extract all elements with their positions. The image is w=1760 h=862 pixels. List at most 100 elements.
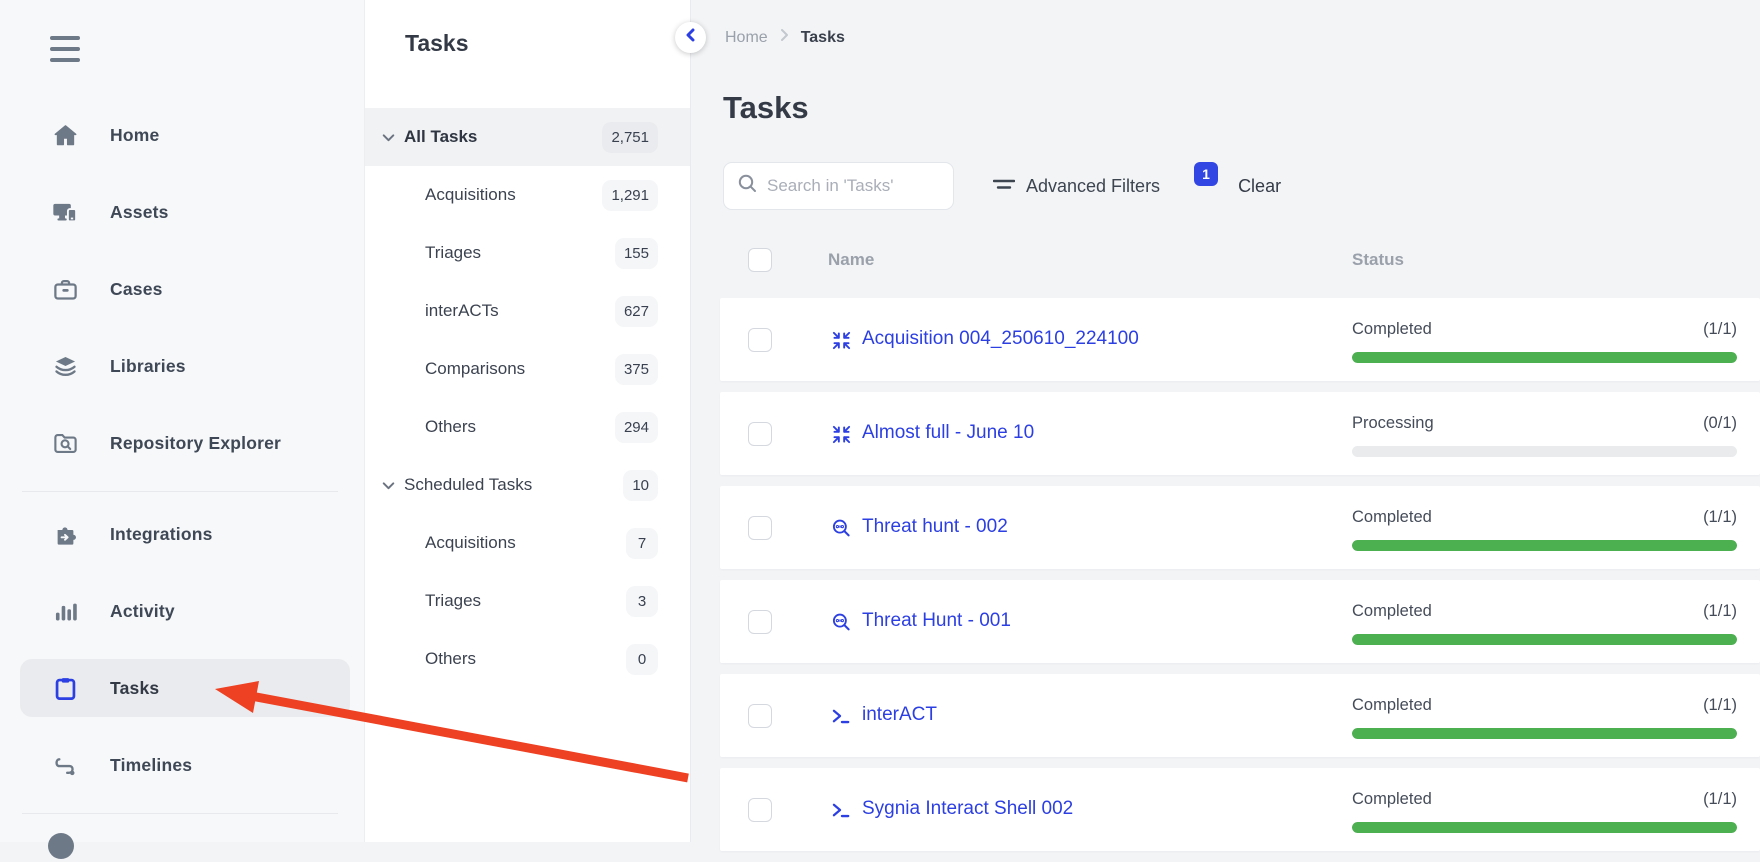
- table-row: Acquisition 004_250610_224100Completed(1…: [720, 298, 1760, 381]
- breadcrumb: Home Tasks: [725, 28, 845, 47]
- task-name-link[interactable]: interACT: [862, 704, 937, 726]
- sidebar-item-repository-explorer[interactable]: Repository Explorer: [20, 414, 350, 472]
- progress-bar: [1352, 352, 1737, 363]
- task-table-body: Acquisition 004_250610_224100 Completed (1…: [720, 298, 1760, 862]
- task-name-link[interactable]: Threat Hunt - 001: [862, 610, 1011, 632]
- sidebar-item-assets[interactable]: Assets: [20, 183, 350, 241]
- repository-explorer-icon: [50, 428, 80, 458]
- tree-item-label: Acquisitions: [425, 185, 516, 205]
- chevron-down-icon[interactable]: [379, 476, 397, 494]
- row-checkbox[interactable]: [748, 422, 772, 446]
- tree-item-comparisons[interactable]: Comparisons 375: [365, 340, 690, 398]
- progress-fraction: (1/1): [1703, 696, 1737, 715]
- filters-bar: Advanced Filters 1 Clear: [993, 162, 1281, 210]
- sidebar-item-label: Cases: [110, 279, 163, 300]
- row-checkbox[interactable]: [748, 798, 772, 822]
- tree-item-interacts[interactable]: interACTs 627: [365, 282, 690, 340]
- threat-hunt-icon: [831, 518, 852, 539]
- row-checkbox[interactable]: [748, 704, 772, 728]
- task-name-link[interactable]: Threat hunt - 002: [862, 516, 1008, 538]
- sidebar-item-activity[interactable]: Activity: [20, 582, 350, 640]
- clear-filters-button[interactable]: Clear: [1238, 176, 1281, 197]
- sidebar-item-libraries[interactable]: Libraries: [20, 337, 350, 395]
- status-text: Processing: [1352, 414, 1434, 433]
- chevron-left-icon: [684, 28, 698, 47]
- globe-icon[interactable]: [48, 833, 74, 859]
- tree-item-count-badge: 627: [615, 296, 658, 327]
- collapse-panel-button[interactable]: [675, 22, 706, 53]
- tree-item-label: Acquisitions: [425, 533, 516, 553]
- panel-title: Tasks: [405, 30, 469, 57]
- tree-item-scheduled-tasks[interactable]: Scheduled Tasks 10: [365, 456, 690, 514]
- tree-item-label: Scheduled Tasks: [404, 475, 532, 495]
- status-text: Completed: [1352, 602, 1432, 621]
- tree-item-all-tasks[interactable]: All Tasks 2,751: [365, 108, 690, 166]
- tree-item-label: interACTs: [425, 301, 499, 321]
- terminal-icon: [831, 800, 852, 821]
- tree-item-acquisitions[interactable]: Acquisitions1,291: [365, 166, 690, 224]
- progress-fraction: (1/1): [1703, 602, 1737, 621]
- home-icon: [50, 120, 80, 150]
- tree-item-triages[interactable]: Triages3: [365, 572, 690, 630]
- tree-item-others[interactable]: Others294: [365, 398, 690, 456]
- tree-item-label: All Tasks: [404, 127, 477, 147]
- row-checkbox[interactable]: [748, 328, 772, 352]
- status-text: Completed: [1352, 508, 1432, 527]
- select-all-checkbox[interactable]: [748, 248, 772, 272]
- progress-fraction: (1/1): [1703, 508, 1737, 527]
- tree-item-count-badge: 10: [623, 470, 658, 501]
- progress-bar: [1352, 540, 1737, 551]
- row-checkbox[interactable]: [748, 516, 772, 540]
- progress-fraction: (1/1): [1703, 790, 1737, 809]
- sidebar-item-label: Libraries: [110, 356, 186, 377]
- search-box: [723, 162, 954, 210]
- column-header-status: Status: [1352, 250, 1404, 270]
- status-text: Completed: [1352, 696, 1432, 715]
- progress-fraction: (1/1): [1703, 320, 1737, 339]
- sidebar-item-label: Activity: [110, 601, 175, 622]
- task-name-link[interactable]: Sygnia Interact Shell 002: [862, 798, 1073, 820]
- tree-item-acquisitions[interactable]: Acquisitions7: [365, 514, 690, 572]
- sidebar-item-label: Tasks: [110, 678, 159, 699]
- filter-count-badge: 1: [1194, 162, 1218, 186]
- tree-item-count-badge: 2,751: [602, 122, 658, 153]
- tree-item-count-badge: 375: [615, 354, 658, 385]
- tree-item-triages[interactable]: Triages155: [365, 224, 690, 282]
- task-status-block: Completed(1/1): [1352, 790, 1737, 833]
- progress-bar: [1352, 446, 1737, 457]
- tree-item-label: Triages: [425, 243, 481, 263]
- table-row: Sygnia Interact Shell 002 Completed(1/1): [720, 768, 1760, 851]
- tree-item-label: Others: [425, 417, 476, 437]
- sidebar-item-cases[interactable]: Cases: [20, 260, 350, 318]
- app-sidebar: Home Assets Cases Libraries Repository Explo…: [0, 0, 365, 842]
- progress-bar: [1352, 634, 1737, 645]
- tree-item-others[interactable]: Others0: [365, 630, 690, 688]
- task-status-block: Completed (1/1): [1352, 508, 1737, 551]
- chevron-down-icon[interactable]: [379, 128, 397, 146]
- sidebar-item-home[interactable]: Home: [20, 106, 350, 164]
- page-title: Tasks: [723, 90, 809, 126]
- tree-item-label: Comparisons: [425, 359, 525, 379]
- task-name-link[interactable]: Acquisition 004_250610_224100: [862, 328, 1139, 350]
- progress-bar: [1352, 728, 1737, 739]
- column-header-name: Name: [828, 250, 874, 270]
- hamburger-icon[interactable]: [50, 36, 80, 62]
- filter-lines-icon: [993, 175, 1015, 198]
- sidebar-item-timelines[interactable]: Timelines: [20, 736, 350, 794]
- advanced-filters-button[interactable]: Advanced Filters: [1026, 176, 1160, 197]
- timelines-icon: [50, 750, 80, 780]
- sidebar-item-tasks[interactable]: Tasks: [20, 659, 350, 717]
- breadcrumb-home[interactable]: Home: [725, 29, 768, 47]
- sidebar-item-integrations[interactable]: Integrations: [20, 505, 350, 563]
- libraries-icon: [50, 351, 80, 381]
- sidebar-nav: Home Assets Cases Libraries Repository Explo…: [0, 106, 364, 827]
- search-input[interactable]: [767, 176, 940, 196]
- table-row: Almost full - June 10Processing(0/1): [720, 392, 1760, 475]
- task-name-link[interactable]: Almost full - June 10: [862, 422, 1034, 444]
- table-header: Name Status: [720, 236, 1760, 284]
- tree-item-count-badge: 3: [626, 586, 658, 617]
- task-status-block: Completed (1/1): [1352, 602, 1737, 645]
- chevron-right-icon: [780, 28, 789, 47]
- row-checkbox[interactable]: [748, 610, 772, 634]
- tree-item-count-badge: 0: [626, 644, 658, 675]
